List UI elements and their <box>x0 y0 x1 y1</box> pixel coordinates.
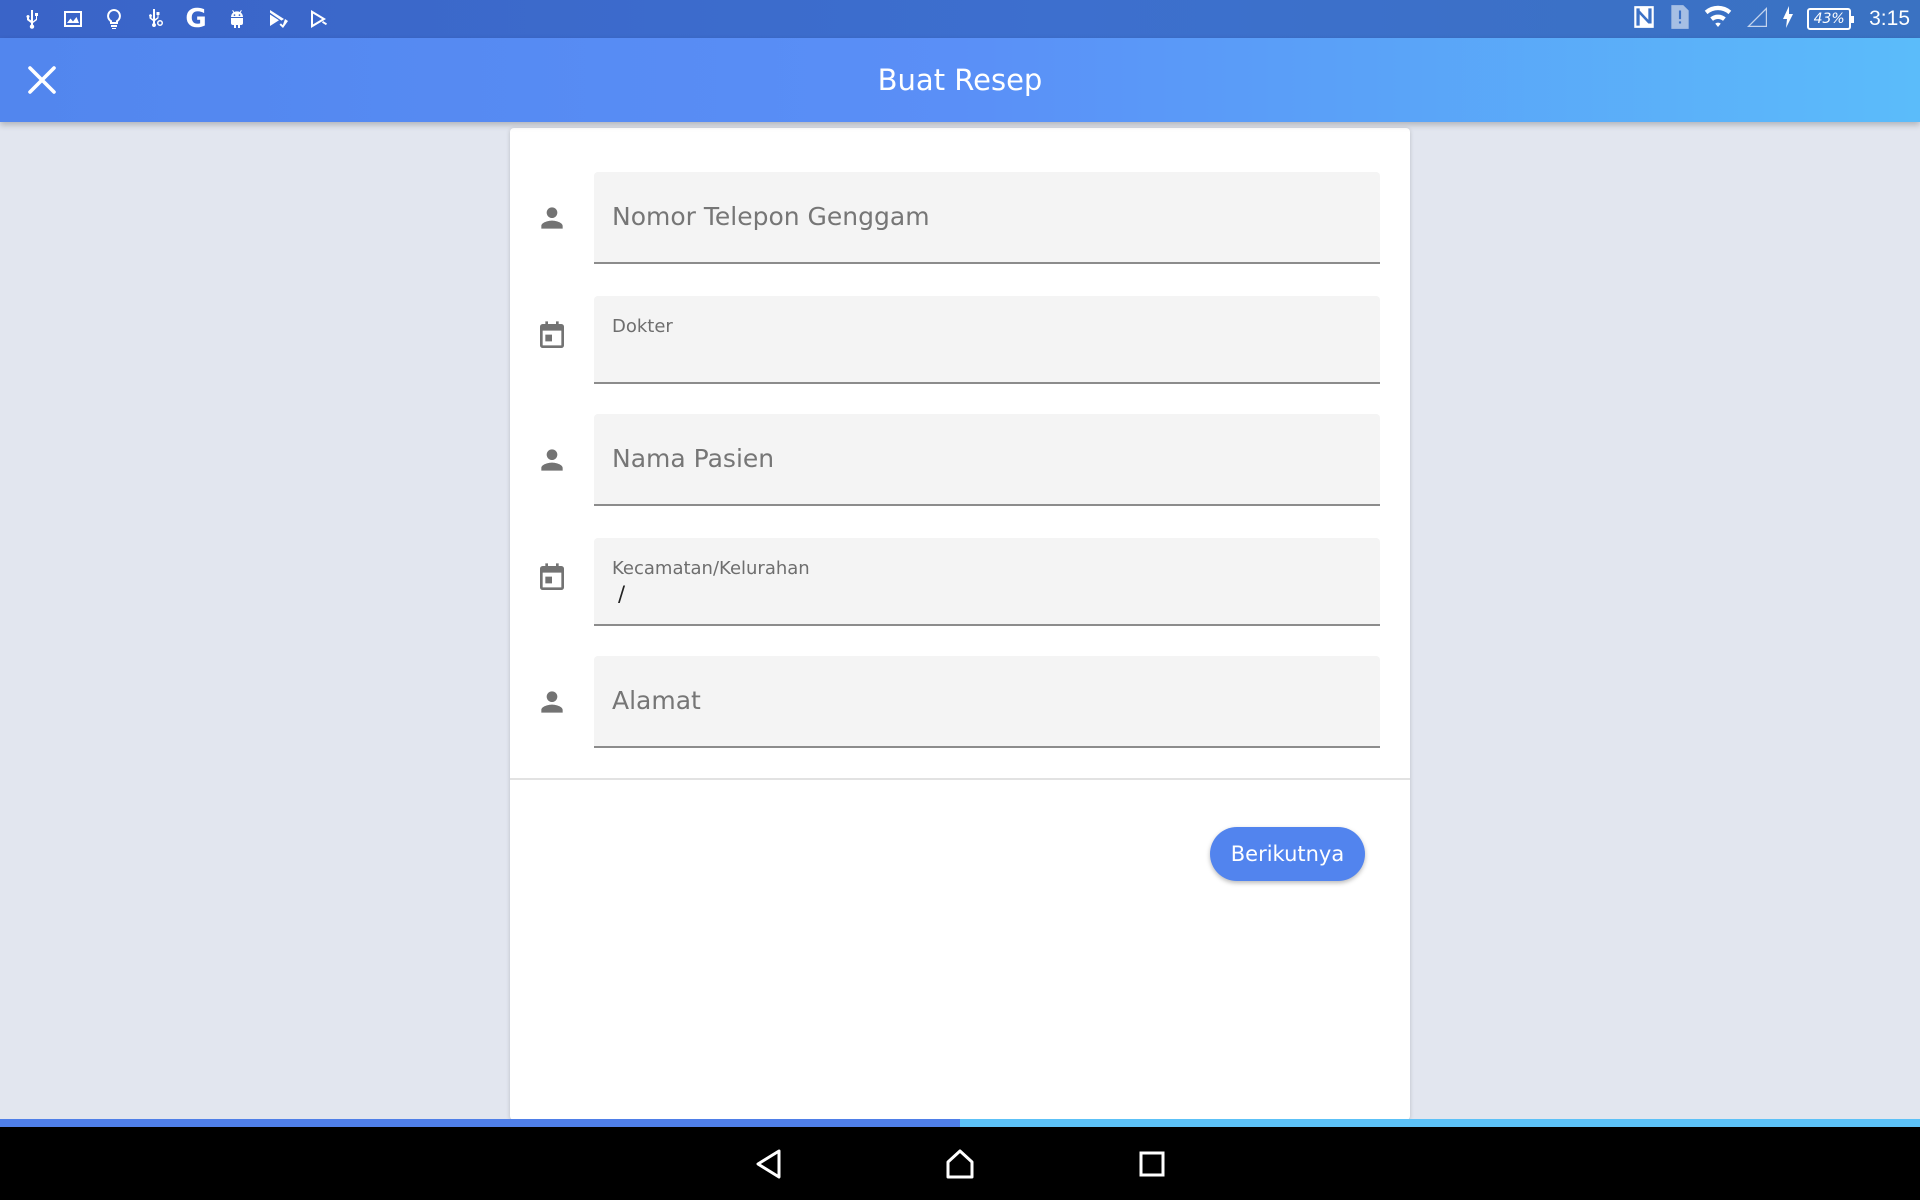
wifi-icon <box>1703 4 1733 34</box>
image-icon <box>61 7 85 31</box>
play-store-check-icon <box>266 7 290 31</box>
home-icon[interactable] <box>944 1148 976 1180</box>
progress-fill <box>0 1119 960 1127</box>
status-time: 3:15 <box>1869 7 1910 30</box>
person-icon <box>536 202 568 234</box>
progress-bar <box>0 1119 1920 1127</box>
doctor-field[interactable]: Dokter <box>594 296 1380 384</box>
address-field-row: Alamat <box>510 656 1410 748</box>
card-divider <box>510 778 1410 780</box>
google-icon: G <box>185 4 207 34</box>
patient-name-field[interactable]: Nama Pasien <box>594 414 1380 506</box>
android-icon <box>225 7 249 31</box>
close-button[interactable] <box>18 56 66 104</box>
calendar-icon <box>536 320 568 352</box>
patient-name-placeholder: Nama Pasien <box>612 444 775 473</box>
notification-icons: G <box>20 0 331 38</box>
battery-icon: 43% <box>1807 8 1855 30</box>
phone-number-placeholder: Nomor Telepon Genggam <box>612 202 930 231</box>
next-button[interactable]: Berikutnya <box>1210 827 1365 881</box>
close-icon[interactable] <box>27 65 57 95</box>
recents-icon[interactable] <box>1138 1150 1166 1178</box>
usb-icon <box>20 7 44 31</box>
doctor-field-row: Dokter <box>510 296 1410 384</box>
signal-icon <box>1745 5 1769 33</box>
home-button[interactable] <box>935 1139 985 1189</box>
back-icon[interactable] <box>754 1148 784 1180</box>
person-icon <box>536 686 568 718</box>
address-field[interactable]: Alamat <box>594 656 1380 748</box>
district-field[interactable]: Kecamatan/Kelurahan / <box>594 538 1380 626</box>
charging-icon <box>1781 5 1795 33</box>
navigation-bar <box>0 1127 1920 1200</box>
phone-number-field[interactable]: Nomor Telepon Genggam <box>594 172 1380 264</box>
page-title: Buat Resep <box>877 63 1043 97</box>
doctor-label: Dokter <box>612 316 673 337</box>
patient-name-field-row: Nama Pasien <box>510 414 1410 506</box>
phone-field-row: Nomor Telepon Genggam <box>510 172 1410 264</box>
prescription-form-card: Nomor Telepon Genggam Dokter Nama Pasien… <box>510 128 1410 1120</box>
sim-alert-icon <box>1669 4 1691 34</box>
recents-button[interactable] <box>1127 1139 1177 1189</box>
status-bar: G 43% 3:15 <box>0 0 1920 38</box>
app-bar: Buat Resep <box>0 38 1920 122</box>
usb-debug-icon <box>143 7 167 31</box>
district-field-row: Kecamatan/Kelurahan / <box>510 538 1410 626</box>
lightbulb-icon <box>102 7 126 31</box>
district-label: Kecamatan/Kelurahan <box>612 558 810 579</box>
nfc-icon <box>1631 4 1657 34</box>
person-icon <box>536 444 568 476</box>
calendar-icon <box>536 562 568 594</box>
back-button[interactable] <box>744 1139 794 1189</box>
address-placeholder: Alamat <box>612 686 701 715</box>
play-store-icon <box>307 7 331 31</box>
system-icons: 43% 3:15 <box>1631 0 1910 38</box>
district-value: / <box>618 582 626 606</box>
